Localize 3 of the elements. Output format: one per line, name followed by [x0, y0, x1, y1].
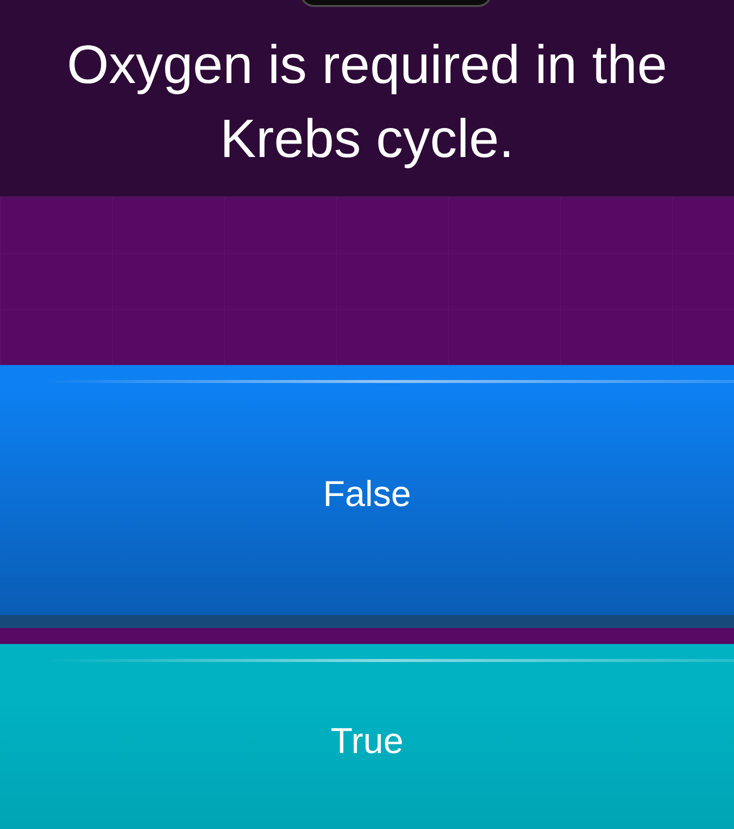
answer-button[interactable]: False — [0, 365, 734, 628]
answer-button[interactable]: True — [0, 644, 734, 829]
question-text: Oxygen is required in the Krebs cycle. — [66, 34, 668, 171]
